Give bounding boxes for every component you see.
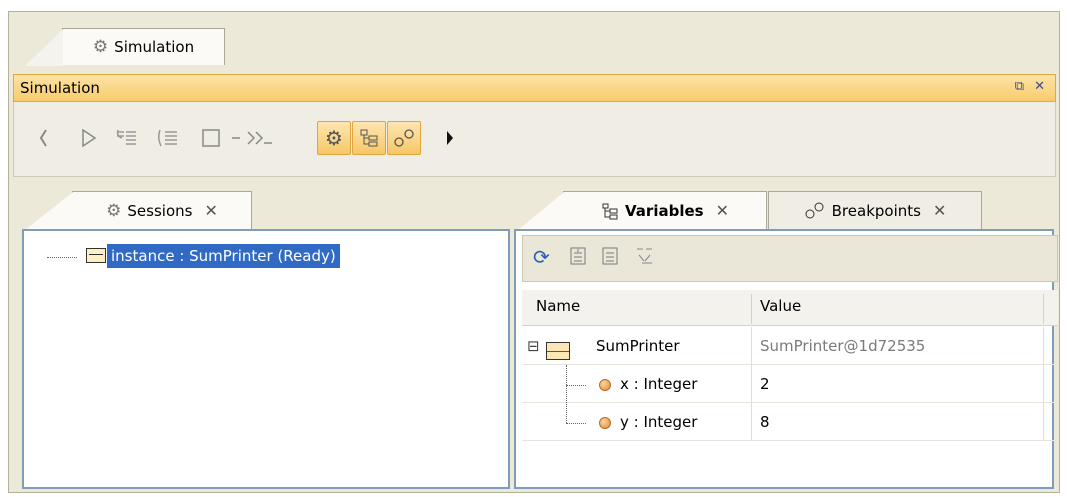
column-gridline (1043, 327, 1044, 441)
step-over-icon[interactable] (151, 121, 185, 155)
class-icon (546, 342, 570, 360)
breakpoints-close-icon[interactable]: ✕ (933, 201, 946, 220)
tab-sessions[interactable]: ⚙ Sessions ✕ (25, 191, 252, 230)
column-gridline (751, 327, 752, 441)
sessions-toggle-icon[interactable]: ⚙ (317, 121, 351, 155)
step-back-icon[interactable] (26, 121, 60, 155)
breakpoints-icon (805, 202, 824, 218)
run-icon[interactable] (72, 121, 106, 155)
tree-connector (47, 257, 77, 258)
tab-simulation-label: Simulation (114, 38, 195, 56)
session-instance-item[interactable]: instance : SumPrinter (Ready) (107, 244, 340, 268)
variable-name: SumPrinter (596, 337, 680, 355)
refresh-icon[interactable]: ⟳ (533, 245, 550, 269)
tab-breakpoints-label: Breakpoints (831, 201, 921, 220)
tab-sessions-label: Sessions (127, 201, 193, 220)
close-icon[interactable]: ✕ (1034, 79, 1045, 94)
column-separator[interactable] (751, 294, 752, 324)
tree-connector (566, 423, 586, 424)
more-icon[interactable] (433, 121, 467, 155)
tree-expander-icon[interactable]: ⊟ (527, 337, 540, 355)
breakpoints-toggle-icon[interactable] (387, 121, 421, 155)
variable-value: SumPrinter@1d72535 (760, 337, 926, 355)
sessions-close-icon[interactable]: ✕ (204, 201, 217, 220)
tab-variables-label: Variables (625, 201, 704, 220)
variable-name: y : Integer (620, 413, 698, 431)
variable-value[interactable]: 2 (760, 375, 770, 393)
tab-simulation[interactable]: ⚙ Simulation (25, 28, 225, 66)
panel-title: Simulation (20, 79, 100, 97)
expression-icon[interactable] (634, 245, 660, 269)
column-header-value[interactable]: Value (760, 297, 801, 315)
column-separator[interactable] (1043, 294, 1044, 324)
collapse-all-icon[interactable] (600, 245, 620, 272)
tree-connector (566, 365, 567, 423)
restore-icon[interactable]: ⧉ (1015, 79, 1024, 94)
simulation-gear-icon: ⚙ (92, 37, 109, 57)
variable-value[interactable]: 8 (760, 413, 770, 431)
tab-breakpoints[interactable]: Breakpoints ✕ (768, 191, 982, 229)
variable-name: x : Integer (620, 375, 698, 393)
step-into-icon[interactable] (110, 121, 144, 155)
variables-tree-icon (602, 203, 618, 219)
tree-connector (566, 385, 586, 386)
stop-icon[interactable] (194, 121, 228, 155)
sessions-gear-icon: ⚙ (106, 200, 122, 221)
animation-speed-icon[interactable] (228, 121, 288, 155)
sessions-tree-panel (22, 229, 510, 489)
variables-toggle-icon[interactable] (352, 121, 386, 155)
simulation-panel-titlebar: Simulation ⧉ ✕ (13, 74, 1056, 102)
instance-icon (86, 248, 106, 263)
column-header-name[interactable]: Name (536, 297, 580, 315)
expand-all-icon[interactable] (568, 245, 588, 272)
attribute-icon (599, 417, 611, 429)
variables-close-icon[interactable]: ✕ (716, 201, 729, 220)
tab-variables[interactable]: Variables ✕ (518, 191, 767, 230)
attribute-icon (599, 379, 611, 391)
